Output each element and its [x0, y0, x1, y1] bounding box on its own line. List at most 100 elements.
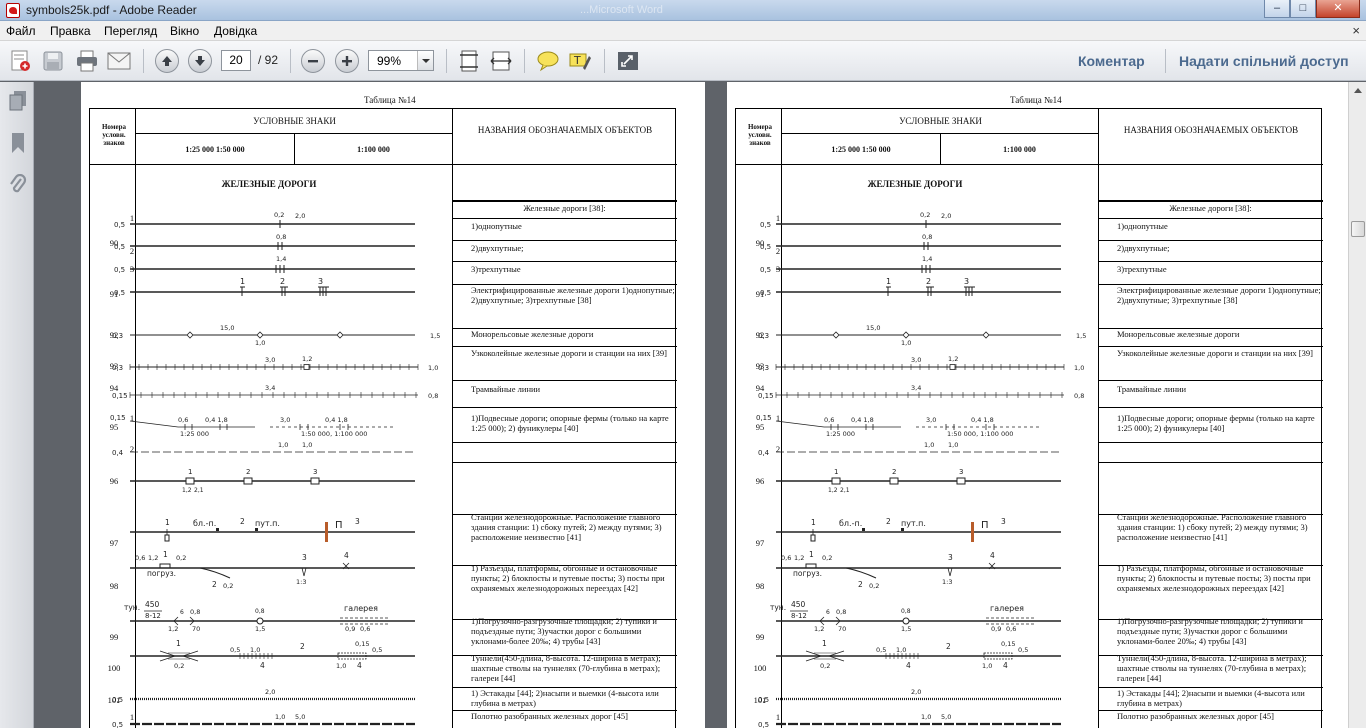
symbol-label: 3 — [313, 468, 317, 476]
attachments-icon[interactable] — [8, 173, 28, 196]
menu-window[interactable]: Вікно — [170, 24, 199, 38]
crossing-post-mark — [325, 522, 328, 542]
symbol-label: 1,5 — [430, 332, 440, 340]
menu-file[interactable]: Файл — [6, 24, 36, 38]
save-icon[interactable] — [40, 48, 66, 74]
symbol-label: 0,5 — [114, 221, 125, 229]
symbol-label: 1,2 — [168, 625, 178, 633]
page-up-icon[interactable] — [154, 48, 180, 74]
row-name-text: Трамвайные линии — [1117, 384, 1187, 394]
bookmarks-icon[interactable] — [8, 132, 28, 154]
row-name-text: 1)Подвесные дороги; опорные фермы (тольк… — [1117, 413, 1315, 433]
symbol-label: 1 — [188, 468, 192, 476]
symbol-label: 0,8 — [901, 608, 911, 615]
symbol-line — [303, 567, 307, 577]
menu-view[interactable]: Перегляд — [104, 24, 157, 38]
symbol-label: 1,2 — [828, 487, 838, 494]
symbol-label: 0,3 — [112, 332, 123, 340]
create-pdf-icon[interactable] — [8, 48, 34, 74]
shaft-mark — [902, 617, 910, 625]
page-number-input[interactable]: 20 — [221, 50, 251, 71]
symbol-label: 0,9 — [991, 625, 1001, 633]
table-title: Таблица №14 — [1010, 95, 1062, 105]
fit-width-icon[interactable] — [488, 48, 514, 74]
symbol-label: 8-12 — [145, 612, 161, 620]
menu-help[interactable]: Довідка — [214, 24, 257, 38]
monorail-diamond — [336, 331, 344, 339]
symbol-label: 15,0 — [866, 324, 880, 332]
pdf-file-icon — [6, 3, 20, 18]
symbol-label: 1 — [822, 639, 827, 648]
symbol-label: 0,3 — [758, 332, 769, 340]
page-down-icon[interactable] — [187, 48, 213, 74]
comment-note-icon[interactable] — [535, 48, 561, 74]
chevron-down-icon[interactable] — [417, 51, 433, 70]
close-button[interactable]: ✕ — [1316, 0, 1360, 18]
row-name-text: 2)двухпутные; — [1117, 243, 1170, 253]
cableway-line — [129, 420, 179, 428]
comment-panel-link[interactable]: Коментар — [1078, 53, 1145, 69]
pdf-page-right: Таблица №14 Номера условн. знаков УСЛОВН… — [727, 82, 1348, 728]
share-panel-link[interactable]: Надати спільний доступ — [1179, 53, 1349, 69]
zoom-select[interactable]: 99% — [368, 50, 434, 71]
print-icon[interactable] — [74, 48, 100, 74]
row-name-text: Полотно разобранных железных дорог [45] — [471, 711, 628, 721]
zoom-in-icon[interactable] — [334, 48, 360, 74]
pages-icon[interactable] — [8, 90, 28, 112]
row-name-text: Монорельсовые железные дороги — [1117, 329, 1240, 339]
symbol-label: 0,15 — [1001, 640, 1015, 648]
symbol-label: 2,0 — [941, 212, 951, 220]
symbol-label: 3,0 — [280, 416, 290, 424]
symbol-label: 4 — [906, 661, 911, 670]
symbol-label: 2,0 — [295, 212, 305, 220]
fullscreen-icon[interactable] — [615, 48, 641, 74]
pdf-page-left: Таблица №14 Номера условн. знаков УСЛОВН… — [81, 82, 705, 728]
symbol-label: 6 — [180, 609, 184, 616]
symbol-label: 3,0 — [265, 356, 275, 364]
scroll-thumb[interactable] — [1351, 221, 1365, 237]
menu-edit[interactable]: Правка — [50, 24, 91, 38]
symbol-label: 1,0 — [1074, 364, 1084, 372]
symbol-label: 4 — [260, 661, 265, 670]
email-icon[interactable] — [106, 48, 132, 74]
symbol-label: 4 — [1003, 661, 1008, 670]
symbol-label: 1,2 — [948, 355, 958, 363]
minimize-button[interactable]: – — [1264, 0, 1290, 18]
symbol-label: 2 — [212, 580, 217, 589]
symbol-label: 1:3 — [296, 578, 306, 586]
vertical-scrollbar[interactable] — [1348, 82, 1366, 728]
document-close-icon[interactable]: × — [1352, 23, 1360, 38]
symbol-label: 6 — [826, 609, 830, 616]
highlight-text-icon[interactable]: T — [567, 48, 593, 74]
scroll-up-icon[interactable] — [1351, 84, 1365, 98]
symbol-label: 1,0 — [278, 441, 288, 449]
symbol-label: 0,4 1,8 — [325, 416, 348, 424]
symbol-label: тун. — [770, 603, 786, 612]
symbol-label: 450 — [791, 600, 806, 609]
symbol-label: 2,1 — [840, 487, 850, 494]
symbol-label: 15,0 — [220, 324, 234, 332]
symbol-label: 0,2 — [274, 211, 284, 219]
symbol-label: 3,4 — [265, 384, 275, 392]
symbol-label: 1 — [809, 550, 814, 559]
row-name-text: 3)трехпутные — [1117, 264, 1167, 274]
maximize-button[interactable]: □ — [1290, 0, 1316, 18]
symbol-label: 2 — [300, 642, 305, 651]
symbol-label: 0,5 — [114, 243, 125, 251]
symbol-label: 0,4 — [758, 449, 770, 457]
toolbar: 20 / 92 99% T Коментар Надати спільний д… — [0, 41, 1366, 81]
symbol-label: 2,1 — [194, 487, 204, 494]
symbol-label: 0,5 — [230, 646, 240, 654]
symbol-label: 1,0 — [896, 646, 906, 654]
row-name-text: 1) Эстакады [44]; 2)насыпи и выемки (4-в… — [471, 688, 659, 708]
symbol-label: П — [981, 520, 989, 531]
fit-page-icon[interactable] — [456, 48, 482, 74]
row-name-text: Станции железнодорожные. Расположение гл… — [1117, 512, 1308, 542]
symbol-label: 0,9 — [345, 625, 355, 633]
symbols-drawing: 0,50,2 2,00,50,80,51,40,51 2 30,315,01,01,5… — [110, 211, 440, 728]
symbol-label: 0,15 — [355, 640, 369, 648]
document-view[interactable]: Таблица №14 Номера условн. знаков УСЛОВН… — [35, 82, 1348, 728]
symbol-label: 0,2 — [176, 554, 186, 562]
symbol-label: 0,5 — [758, 721, 769, 728]
zoom-out-icon[interactable] — [300, 48, 326, 74]
